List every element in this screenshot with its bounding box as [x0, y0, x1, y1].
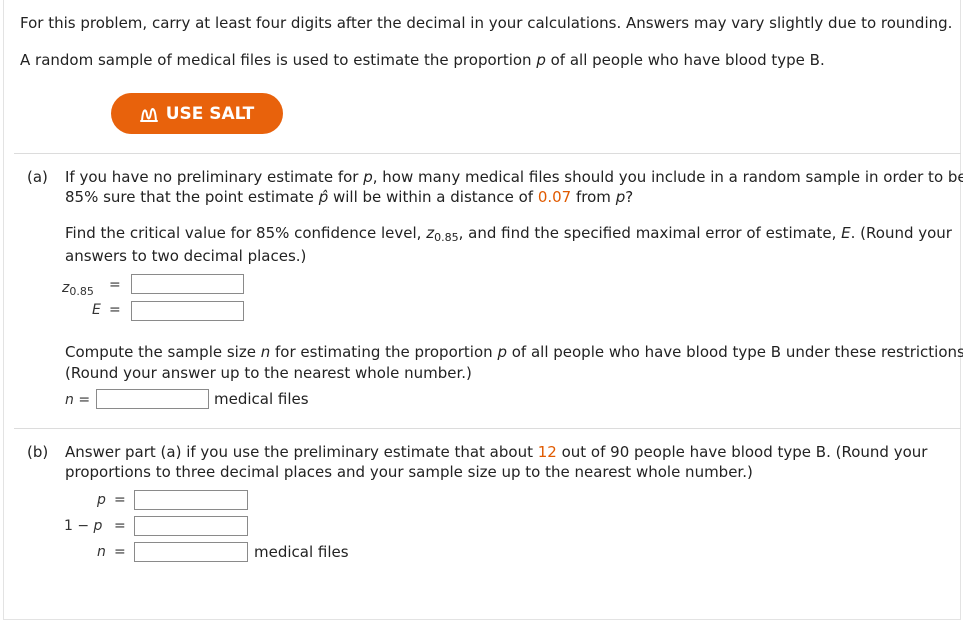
- part-b-question-line1: Answer part (a) if you use the prelimina…: [65, 443, 928, 461]
- part-a-question-line2: 85% sure that the point estimate p̂ will…: [65, 188, 634, 206]
- sample-size-label: n =: [65, 392, 91, 408]
- e-equals: =: [109, 302, 121, 318]
- instructions-text: For this problem, carry at least four di…: [20, 14, 953, 32]
- sample-size-unit-b: medical files: [254, 543, 349, 561]
- max-error-label: E: [92, 302, 101, 318]
- sample-size-label-b: n: [97, 544, 106, 560]
- one-minus-p-equals: =: [114, 518, 126, 534]
- p-input[interactable]: [134, 490, 248, 510]
- salt-icon: [139, 107, 158, 122]
- part-a-compute-line1: Compute the sample size n for estimating…: [65, 343, 963, 361]
- part-b-marker: (b): [27, 443, 49, 461]
- max-error-input[interactable]: [131, 301, 244, 321]
- sample-size-input-a[interactable]: [96, 389, 209, 409]
- z-equals: =: [109, 277, 121, 293]
- part-a-marker: (a): [27, 168, 48, 186]
- one-minus-p-input[interactable]: [134, 516, 248, 536]
- section-divider: [14, 153, 961, 154]
- z-critical-input[interactable]: [131, 274, 244, 294]
- section-divider: [14, 428, 961, 429]
- part-a-find-line2: answers to two decimal places.): [65, 247, 307, 265]
- p-equals: =: [114, 492, 126, 508]
- use-salt-button[interactable]: USE SALT: [111, 93, 283, 134]
- part-a-find-line1: Find the critical value for 85% confiden…: [65, 224, 952, 244]
- part-b-question-line2: proportions to three decimal places and …: [65, 463, 753, 481]
- part-a-compute-line2: (Round your answer up to the nearest who…: [65, 364, 472, 382]
- preliminary-count-value: 12: [537, 443, 557, 461]
- z-critical-label: z0.85: [62, 280, 94, 298]
- p-label: p: [97, 492, 106, 508]
- sample-size-unit-a: medical files: [214, 390, 309, 408]
- part-a-question-line1: If you have no preliminary estimate for …: [65, 168, 963, 186]
- one-minus-p-label: 1 − p: [64, 518, 103, 534]
- distance-value: 0.07: [537, 188, 572, 206]
- problem-statement: A random sample of medical files is used…: [20, 51, 825, 69]
- sample-size-input-b[interactable]: [134, 542, 248, 562]
- n-equals: =: [114, 544, 126, 560]
